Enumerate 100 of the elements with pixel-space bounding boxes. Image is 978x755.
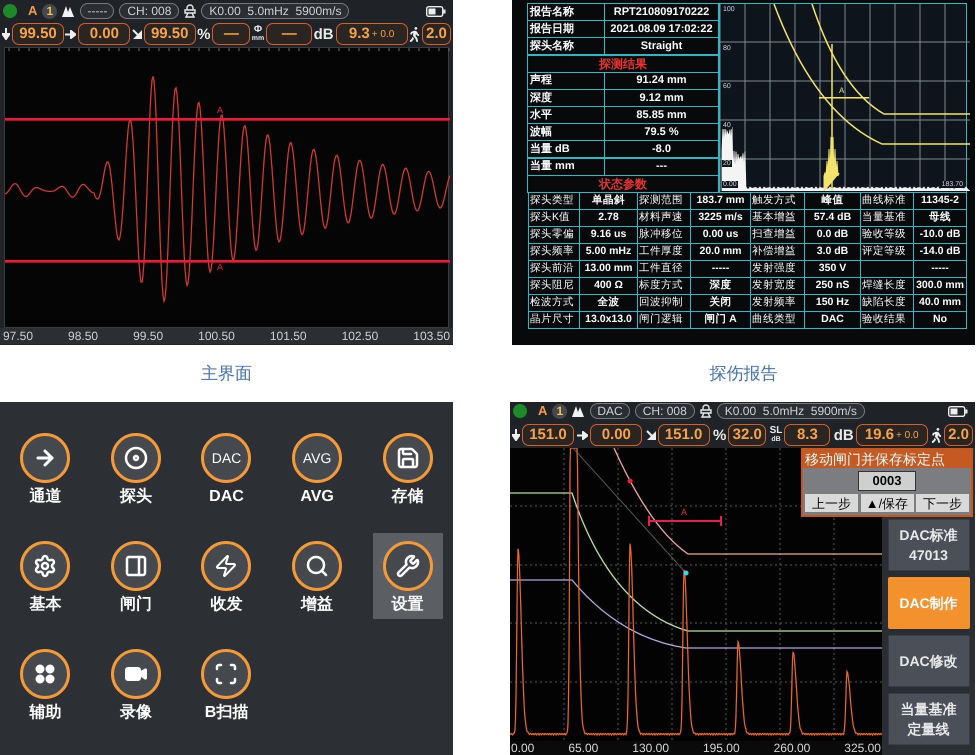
reading-value: 8.3 xyxy=(784,424,830,446)
menu-item[interactable]: 设置 xyxy=(372,533,443,619)
side-menu-button[interactable]: 当量基准 定量线 xyxy=(888,693,970,745)
marker-dot xyxy=(684,570,688,576)
image-caption: 主界面 xyxy=(200,362,253,385)
reading-value: — xyxy=(212,23,250,45)
parameter-label: 闸门逻辑 xyxy=(637,311,691,329)
battery-icon xyxy=(948,406,968,416)
parameter-value: No xyxy=(913,311,967,329)
menu-item[interactable]: 收发 xyxy=(191,533,262,619)
lightning-icon xyxy=(201,541,252,591)
reading-value: 151.0 xyxy=(658,424,710,446)
menu-item[interactable]: 录像 xyxy=(100,641,171,727)
gate-label: A xyxy=(839,87,844,95)
diagonal-arrow-icon xyxy=(646,430,656,440)
field-label: 报告名称 xyxy=(527,3,605,21)
field-label: 探头名称 xyxy=(527,37,605,56)
axis-label: 325.00 xyxy=(844,742,881,754)
field-value: Straight xyxy=(604,37,719,56)
menu-item[interactable]: 探头 xyxy=(100,425,171,511)
reading-value: — xyxy=(266,23,312,45)
status-light-icon xyxy=(513,404,527,418)
probe-info: K0.00 5.0mHz 5900m/s xyxy=(201,3,350,19)
right-arrow-icon xyxy=(577,430,588,440)
dialog-button[interactable]: 下一步 xyxy=(916,494,969,512)
image-caption: 探伤报告 xyxy=(708,362,778,385)
gate-label: A xyxy=(217,106,224,115)
gate-line xyxy=(819,97,869,98)
reading-value: 2.0 xyxy=(422,23,451,45)
axis-label: 0.00 xyxy=(511,742,534,754)
gate-number-badge: 1 xyxy=(42,4,58,18)
parameter-label: 晶片尺寸 xyxy=(528,311,580,329)
section-title: 状态参数 xyxy=(527,174,719,193)
unit-label: dB xyxy=(834,428,854,442)
gate-label: A xyxy=(681,508,688,517)
reading-value: 0.00 xyxy=(590,424,642,446)
diagonal-arrow-icon xyxy=(132,29,142,39)
text-icon: AVG xyxy=(292,433,342,483)
reading-value: 151.0 xyxy=(522,424,574,446)
axis-label: 103.50 xyxy=(413,330,450,342)
axis-label: 101.50 xyxy=(270,330,307,342)
panel-icon xyxy=(110,541,161,591)
scan-frame-icon xyxy=(201,649,252,699)
menu-item[interactable]: DAC DAC xyxy=(191,425,262,511)
axis-label: 100.50 xyxy=(198,330,235,342)
side-menu-button[interactable]: DAC标准 47013 xyxy=(888,519,970,571)
unit-label: % xyxy=(197,26,210,42)
channel-label: CH: 008 xyxy=(634,403,695,419)
menu-item[interactable]: 闸门 xyxy=(100,533,171,619)
menu-item[interactable]: 存储 xyxy=(372,425,443,511)
marker-dot xyxy=(628,478,632,484)
menu-item[interactable]: 基本 xyxy=(10,533,80,619)
reading-value: 99.50 xyxy=(12,23,64,45)
side-menu-button[interactable]: DAC修改 xyxy=(888,635,970,687)
field-label: 当量 mm xyxy=(527,158,605,176)
menu-item[interactable]: 辅助 xyxy=(10,641,80,727)
mode-label: A xyxy=(28,2,38,20)
search-icon xyxy=(292,541,342,591)
menu-item[interactable]: AVG AVG xyxy=(282,425,352,511)
battery-icon xyxy=(426,6,446,16)
axis-label: 130.00 xyxy=(632,742,669,754)
axis-label: 98.50 xyxy=(68,330,98,342)
four-dots-icon xyxy=(20,649,70,699)
parameter-value: 闸门 A xyxy=(690,311,751,329)
right-arrow-icon xyxy=(65,30,76,38)
settings-icon xyxy=(20,541,70,591)
reading-value: 99.50 xyxy=(144,23,196,45)
echo-peak-drawing xyxy=(824,136,840,191)
video-camera-icon xyxy=(110,649,161,699)
mode-label: A xyxy=(538,402,548,420)
axis-label: 195.00 xyxy=(702,742,740,754)
probe-info: K0.00 5.0mHz 5900m/s xyxy=(716,403,865,419)
down-arrow-icon xyxy=(512,429,520,441)
reading-value: 19.6+ 0.0 xyxy=(856,424,928,446)
menu-item[interactable]: B扫描 xyxy=(191,641,262,727)
status-light-icon xyxy=(3,4,17,18)
sensor-icon xyxy=(700,404,712,418)
point-number-field: 0003 xyxy=(858,471,916,491)
text-icon: DAC xyxy=(201,433,252,483)
axis-label: 97.50 xyxy=(3,330,34,342)
parameter-label: 曲线类型 xyxy=(750,311,805,329)
walking-person-icon xyxy=(408,26,420,42)
menu-item[interactable]: 增益 xyxy=(282,533,352,619)
reading-value: 32.0 xyxy=(728,424,766,446)
gate-label: A xyxy=(217,263,224,272)
parameter-value: 300.0 mm xyxy=(913,277,967,295)
unit-label: % xyxy=(712,428,726,442)
axis-label: 260.00 xyxy=(774,742,810,754)
section-title: 探测结果 xyxy=(527,54,719,73)
sensor-icon xyxy=(184,4,196,18)
unit-label: dB xyxy=(314,26,334,42)
dialog-button[interactable]: 上一步 xyxy=(805,494,858,512)
peaks-icon xyxy=(62,5,76,17)
reading-value: 2.0 xyxy=(944,424,973,446)
axis-label: 102.50 xyxy=(342,330,378,342)
dialog-button[interactable]: ▲/保存 xyxy=(860,494,914,512)
reading-value: 9.3+ 0.0 xyxy=(336,23,408,45)
channel-label: CH: 008 xyxy=(119,3,180,19)
curve-tag: ----- xyxy=(80,3,114,19)
menu-item[interactable]: 通道 xyxy=(10,425,80,511)
